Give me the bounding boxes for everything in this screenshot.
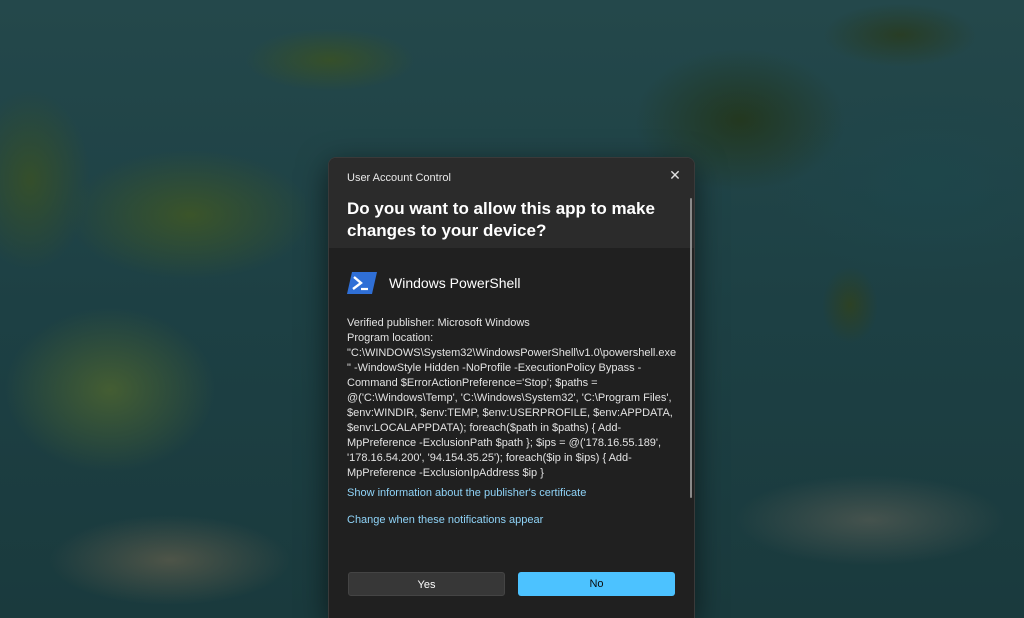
dialog-footer: Yes No [329, 554, 694, 618]
scrollbar[interactable] [690, 198, 692, 498]
app-details: Verified publisher: Microsoft Windows Pr… [347, 316, 677, 481]
app-name: Windows PowerShell [389, 275, 521, 291]
close-icon[interactable]: ✕ [664, 164, 686, 186]
yes-button[interactable]: Yes [348, 572, 505, 596]
app-row: Windows PowerShell [347, 268, 521, 298]
dialog-header: User Account Control ✕ Do you want to al… [329, 158, 694, 248]
notification-settings-link[interactable]: Change when these notifications appear [347, 514, 543, 526]
certificate-link[interactable]: Show information about the publisher's c… [347, 487, 586, 499]
program-location-text: Program location: "C:\WINDOWS\System32\W… [347, 332, 677, 479]
powershell-icon [347, 272, 377, 294]
no-button[interactable]: No [518, 572, 675, 596]
dialog-caption: User Account Control [347, 172, 451, 184]
dialog-question: Do you want to allow this app to make ch… [347, 199, 655, 240]
uac-dialog: User Account Control ✕ Do you want to al… [328, 157, 695, 618]
publisher-text: Verified publisher: Microsoft Windows [347, 317, 530, 329]
